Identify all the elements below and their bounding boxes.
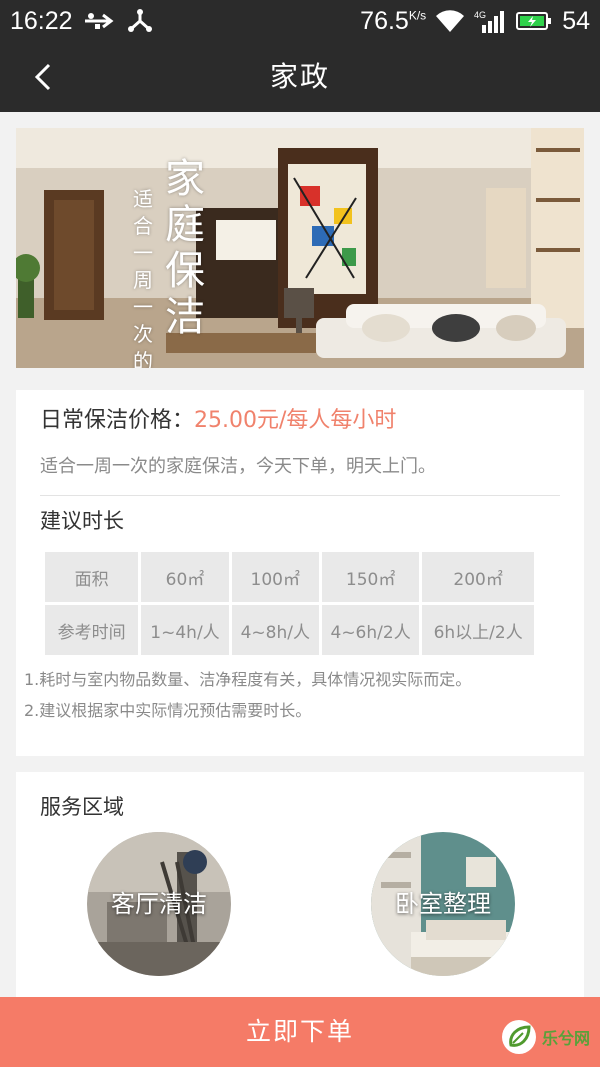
table-cell: 1~4h/人 (141, 605, 229, 655)
table-cell: 200㎡ (422, 552, 534, 602)
service-item-label: 客厅清洁 (111, 890, 207, 918)
service-item-living-room[interactable]: 客厅清洁 (87, 832, 231, 976)
network-speed: 76.5K/s (360, 7, 426, 36)
watermark-text: 乐兮网 (541, 1029, 590, 1048)
price-line: 日常保洁价格：25.00元/每人每小时 (40, 406, 396, 436)
page-title: 家政 (269, 60, 330, 93)
duration-note: 2.建议根据家中实际情况预估需要时长。 (24, 701, 312, 720)
network-type-label: 4G (474, 10, 486, 20)
duration-title: 建议时长 (40, 509, 124, 533)
service-description: 适合一周一次的家庭保洁，今天下单，明天上门。 (40, 456, 436, 477)
status-bar: 16:22 76.5K/s 4G 54 (0, 0, 600, 42)
signal-icon: 4G (474, 9, 506, 33)
table-row: 参考时间 1~4h/人 4~8h/人 4~6h/2人 6h以上/2人 (45, 605, 534, 655)
leaf-logo-icon (501, 1020, 536, 1054)
battery-icon (516, 11, 552, 31)
banner-image: 适合一周一次的 家庭保洁 (16, 128, 584, 368)
table-row: 面积 60㎡ 100㎡ 150㎡ 200㎡ (45, 552, 534, 602)
network-speed-value: 76.5 (360, 6, 409, 35)
share-icon (127, 9, 153, 33)
table-cell: 100㎡ (231, 552, 319, 602)
table-cell: 4~8h/人 (231, 605, 319, 655)
table-cell: 参考时间 (45, 605, 139, 655)
service-area-title: 服务区域 (40, 795, 124, 819)
usb-icon (83, 11, 117, 31)
price-label: 日常保洁价格： (40, 408, 195, 433)
nav-bar: 家政 (0, 42, 600, 112)
network-speed-unit: K/s (408, 8, 427, 23)
banner-title: 家庭保洁 (165, 156, 205, 340)
battery-level: 54 (562, 6, 590, 35)
watermark: 乐兮网 (501, 1020, 590, 1054)
price-value: 25.00元/每人每小时 (194, 408, 397, 433)
table-cell: 4~6h/2人 (321, 605, 420, 655)
table-cell: 面积 (45, 552, 139, 602)
duration-table: 面积 60㎡ 100㎡ 150㎡ 200㎡ 参考时间 1~4h/人 4~8h/人… (42, 549, 537, 658)
divider (40, 495, 560, 496)
duration-note: 1.耗时与室内物品数量、洁净程度有关，具体情况视实际而定。 (24, 670, 472, 689)
status-time: 16:22 (10, 6, 73, 35)
table-cell: 60㎡ (141, 552, 229, 602)
table-cell: 150㎡ (321, 552, 420, 602)
service-item-bedroom[interactable]: 卧室整理 (371, 832, 515, 976)
service-item-label: 卧室整理 (395, 890, 491, 918)
service-area-card: 服务区域 客厅清洁 卧室整理 (16, 772, 584, 1002)
banner-subtitle: 适合一周一次的 (133, 187, 153, 368)
wifi-icon (436, 10, 465, 32)
table-cell: 6h以上/2人 (422, 605, 534, 655)
living-room-illustration (16, 128, 584, 368)
